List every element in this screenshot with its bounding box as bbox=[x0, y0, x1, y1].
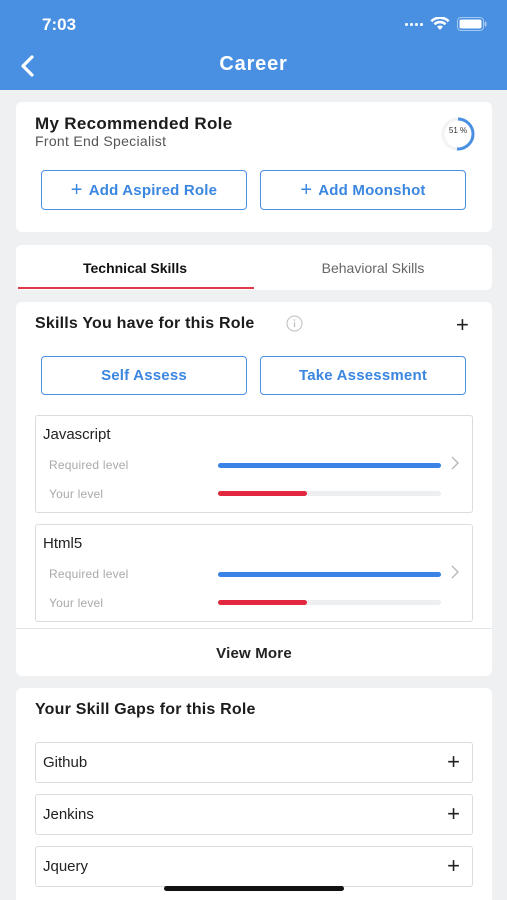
your-level-label: Your level bbox=[49, 487, 104, 501]
recommended-role-card: My Recommended Role Front End Specialist… bbox=[16, 102, 492, 232]
chevron-right-icon bbox=[451, 565, 459, 579]
required-level-label: Required level bbox=[49, 567, 129, 581]
skill-gap-label: Jquery bbox=[43, 858, 89, 875]
skill-name: Javascript bbox=[43, 426, 111, 443]
divider bbox=[16, 628, 492, 629]
skill-gap-item[interactable]: Jquery + bbox=[35, 846, 473, 887]
recommended-role-name: Front End Specialist bbox=[35, 133, 167, 149]
chevron-right-icon bbox=[451, 456, 459, 470]
app-header: 7:03 Career bbox=[0, 0, 507, 90]
skills-section-title: Skills You have for this Role bbox=[35, 315, 255, 332]
add-aspired-role-label: Add Aspired Role bbox=[88, 181, 218, 199]
tab-behavioral-skills[interactable]: Behavioral Skills bbox=[254, 245, 492, 290]
add-moonshot-label: Add Moonshot bbox=[318, 181, 426, 199]
your-level-fill bbox=[218, 491, 308, 496]
cellular-signal-icon bbox=[405, 22, 423, 26]
skill-name: Html5 bbox=[43, 535, 83, 552]
required-level-bar bbox=[218, 463, 441, 468]
skills-tab-bar: Technical Skills Behavioral Skills bbox=[16, 245, 492, 290]
your-level-label: Your level bbox=[49, 596, 104, 610]
your-level-bar bbox=[218, 491, 441, 496]
plus-icon[interactable]: + bbox=[447, 853, 460, 879]
skill-gap-item[interactable]: Jenkins + bbox=[35, 794, 473, 835]
plus-icon[interactable]: + bbox=[447, 749, 460, 775]
status-time: 7:03 bbox=[42, 15, 77, 34]
view-more-button[interactable]: View More bbox=[16, 630, 492, 676]
skill-gaps-card: Your Skill Gaps for this Role Github + J… bbox=[16, 688, 492, 900]
your-level-fill bbox=[218, 600, 308, 605]
plus-icon: + bbox=[70, 179, 83, 201]
skill-item[interactable]: Html5 Required level Your level bbox=[35, 524, 473, 622]
home-indicator bbox=[164, 886, 344, 891]
skills-you-have-card: Skills You have for this Role + Self Ass… bbox=[16, 302, 492, 676]
tab-technical-skills[interactable]: Technical Skills bbox=[16, 245, 254, 290]
page-title: Career bbox=[219, 53, 288, 75]
role-progress-label: 51 % bbox=[448, 126, 468, 135]
add-aspired-role-button[interactable]: + Add Aspired Role bbox=[41, 170, 247, 210]
plus-icon: + bbox=[300, 179, 313, 201]
take-assessment-button[interactable]: Take Assessment bbox=[260, 356, 466, 395]
skill-gaps-title: Your Skill Gaps for this Role bbox=[35, 701, 256, 718]
required-level-bar bbox=[218, 572, 441, 577]
wifi-icon bbox=[430, 17, 450, 31]
skill-item[interactable]: Javascript Required level Your level bbox=[35, 415, 473, 513]
add-skill-icon[interactable]: + bbox=[456, 312, 469, 338]
add-moonshot-button[interactable]: + Add Moonshot bbox=[260, 170, 466, 210]
required-level-fill bbox=[218, 463, 441, 468]
required-level-label: Required level bbox=[49, 458, 129, 472]
plus-icon[interactable]: + bbox=[447, 801, 460, 827]
recommended-role-title: My Recommended Role bbox=[35, 114, 233, 133]
required-level-fill bbox=[218, 572, 441, 577]
skill-gap-item[interactable]: Github + bbox=[35, 742, 473, 783]
your-level-bar bbox=[218, 600, 441, 605]
skill-gap-label: Github bbox=[43, 754, 88, 771]
active-tab-indicator bbox=[18, 287, 254, 289]
skill-gap-label: Jenkins bbox=[43, 806, 94, 823]
self-assess-button[interactable]: Self Assess bbox=[41, 356, 247, 395]
battery-icon bbox=[457, 17, 487, 31]
status-icons bbox=[405, 17, 487, 31]
info-icon[interactable] bbox=[286, 315, 303, 332]
